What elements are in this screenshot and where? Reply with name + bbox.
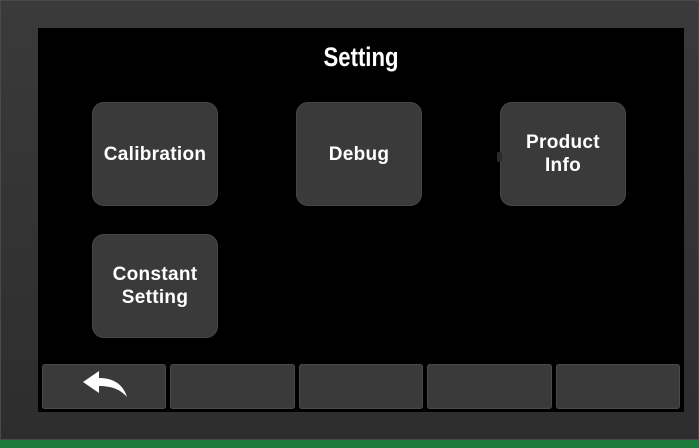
- back-button[interactable]: [42, 364, 167, 409]
- constant-setting-label: Constant Setting: [112, 264, 198, 308]
- calibration-button[interactable]: Calibration: [92, 102, 218, 206]
- soft-key-2[interactable]: [170, 364, 295, 409]
- product-info-label: Product Info: [526, 132, 600, 176]
- back-arrow-icon: [77, 369, 131, 404]
- soft-key-3[interactable]: [298, 364, 424, 409]
- device-bezel: Setting Calibration Debug Product Info C…: [0, 0, 699, 440]
- soft-key-4[interactable]: [427, 364, 552, 409]
- lcd-screen: Setting Calibration Debug Product Info C…: [38, 28, 684, 412]
- page-title: Setting: [323, 42, 399, 72]
- bottom-button-bar: [42, 364, 681, 409]
- soft-key-5[interactable]: [555, 364, 681, 409]
- constant-setting-button[interactable]: Constant Setting: [92, 234, 218, 338]
- debug-label: Debug: [328, 143, 390, 165]
- calibration-label: Calibration: [103, 143, 207, 165]
- product-info-button[interactable]: Product Info: [500, 102, 626, 206]
- debug-button[interactable]: Debug: [296, 102, 422, 206]
- tile-notch: [497, 152, 502, 162]
